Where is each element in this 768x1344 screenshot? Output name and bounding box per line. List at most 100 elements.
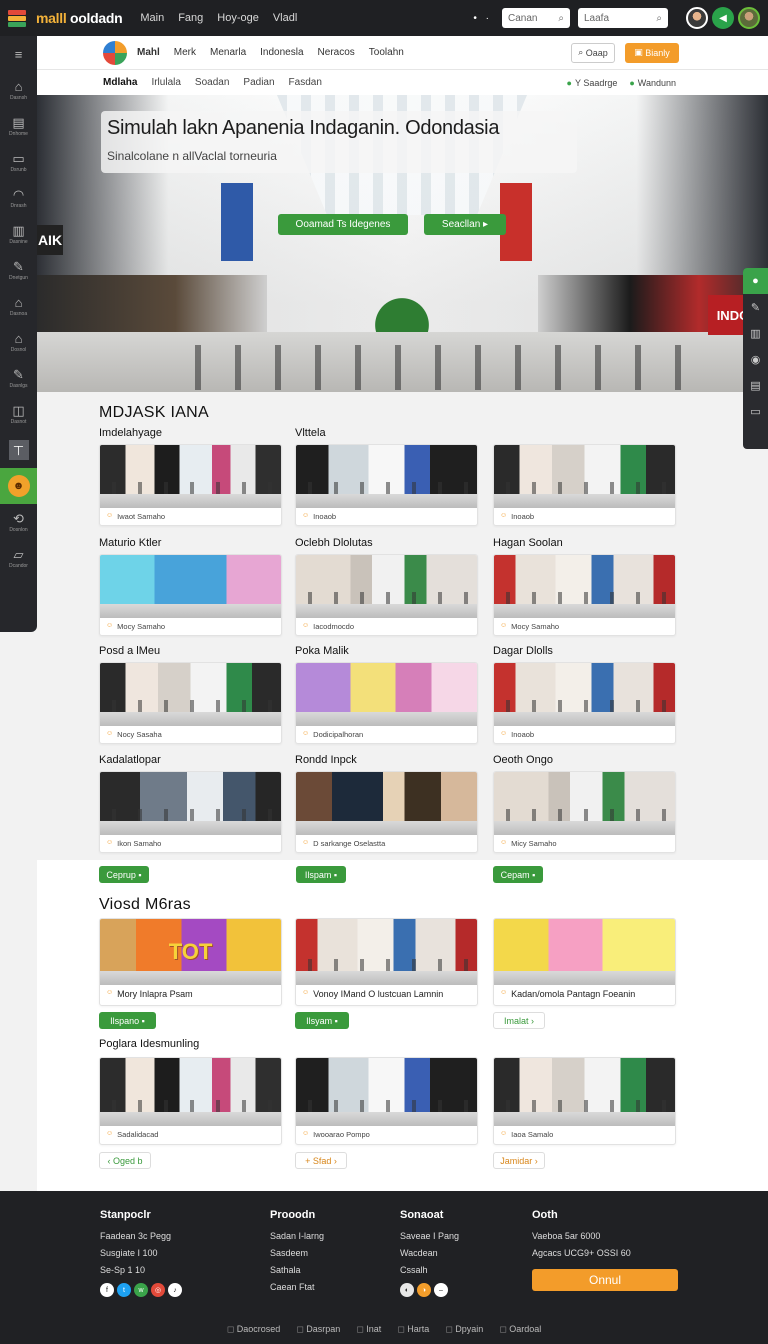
top-nav-item[interactable]: Fang bbox=[178, 12, 203, 24]
sub-nav-item[interactable]: Merk bbox=[174, 47, 196, 58]
video-card[interactable]: Kadan/omola Pantagn Foeanin bbox=[493, 918, 676, 1006]
listing-more-button[interactable]: Ilspam ▪ bbox=[296, 866, 346, 883]
status-link[interactable]: Wandunn bbox=[629, 78, 676, 88]
sidebar-item[interactable]: ▥ Dasnine bbox=[0, 216, 37, 252]
footer-link[interactable]: Wacdean bbox=[400, 1245, 459, 1262]
footer-link[interactable]: Sathala bbox=[270, 1262, 324, 1279]
tiktok-icon[interactable]: ♪ bbox=[168, 1283, 182, 1297]
brand-name[interactable]: malll ooldadn bbox=[36, 10, 123, 26]
listing-card[interactable]: Mocy Samaho bbox=[493, 554, 676, 636]
app-icon[interactable]: ◐ bbox=[400, 1283, 414, 1297]
facebook-icon[interactable]: f bbox=[100, 1283, 114, 1297]
twitter-icon[interactable]: t bbox=[117, 1283, 131, 1297]
video-card[interactable]: Vonoy IMand O lustcuan Lamnin bbox=[295, 918, 478, 1006]
sidebar-item[interactable]: ⟲ Dosnlon bbox=[0, 504, 37, 540]
sub-nav-item[interactable]: Indonesla bbox=[260, 47, 303, 58]
listing-card[interactable]: Iwaot Samaho bbox=[99, 444, 282, 526]
hero-secondary-button[interactable]: Seacllan ▸ bbox=[424, 214, 506, 235]
footer-link[interactable]: Sasdeem bbox=[270, 1245, 324, 1262]
listing-card[interactable]: Micy Samaho bbox=[493, 771, 676, 853]
sidebar-item[interactable]: ◠ Dnrash bbox=[0, 180, 37, 216]
video-more-button[interactable]: Ilspano ▪ bbox=[99, 1012, 156, 1029]
footer-bottom-link[interactable]: Daocrosed bbox=[227, 1324, 281, 1335]
video-more-button[interactable]: Ilsyam ▪ bbox=[295, 1012, 349, 1029]
listing-card[interactable]: Inoaob bbox=[493, 662, 676, 744]
video-more-button[interactable]: Imalat › bbox=[493, 1012, 545, 1029]
listing-card[interactable]: Inoaob bbox=[493, 444, 676, 526]
profile-avatar[interactable] bbox=[738, 7, 760, 29]
footer-link[interactable]: Cssalh bbox=[400, 1262, 459, 1279]
tab-item[interactable]: Irlulala bbox=[151, 77, 180, 88]
play-icon[interactable]: ◀ bbox=[712, 7, 734, 29]
sidebar-item[interactable]: ✎ Dnetgun bbox=[0, 252, 37, 288]
sidebar-item[interactable]: ◫ Dasnot bbox=[0, 396, 37, 432]
listing-card[interactable]: Iacodmocdo bbox=[295, 554, 478, 636]
tab-item[interactable]: Fasdan bbox=[289, 77, 322, 88]
popular-card[interactable]: Iaoa Samalo bbox=[493, 1057, 676, 1145]
sub-nav-item[interactable]: Neracos bbox=[318, 47, 355, 58]
listing-card[interactable]: Inoaob bbox=[295, 444, 478, 526]
site-logo-icon[interactable] bbox=[103, 40, 127, 65]
tab-item[interactable]: Soadan bbox=[195, 77, 229, 88]
sub-nav-item[interactable]: Menarla bbox=[210, 47, 246, 58]
sidebar-item[interactable]: ⌂ Dosnol bbox=[0, 324, 37, 360]
status-link[interactable]: Y Saadrge bbox=[567, 78, 617, 88]
footer-link[interactable]: Faadean 3c Pegg bbox=[100, 1228, 182, 1245]
footer-bottom-link[interactable]: Oardoal bbox=[499, 1324, 541, 1335]
footer-bottom-link[interactable]: Dasrpan bbox=[296, 1324, 340, 1335]
sidebar-item[interactable]: ✎ Dasnlgs bbox=[0, 360, 37, 396]
book-icon[interactable]: ▥ bbox=[743, 320, 768, 346]
top-nav-item[interactable]: Main bbox=[140, 12, 164, 24]
more-dots-icon[interactable]: • · bbox=[473, 13, 492, 24]
hero-primary-button[interactable]: Ooamad Ts Idegenes bbox=[278, 214, 408, 235]
sidebar-item[interactable]: ⌂ Dasnsh bbox=[0, 72, 37, 108]
footer-bottom-link[interactable]: Dpyain bbox=[445, 1324, 483, 1335]
footer-link[interactable]: Sadan I-larng bbox=[270, 1228, 324, 1245]
sub-nav-item[interactable]: Mahl bbox=[137, 47, 160, 58]
listing-card[interactable]: Dodicipalhoran bbox=[295, 662, 478, 744]
video-card[interactable]: TOT Mory Inlapra Psam bbox=[99, 918, 282, 1006]
sidebar-item[interactable]: ▭ Dsrunb bbox=[0, 144, 37, 180]
sub-action-button[interactable]: ▣ Bianly bbox=[625, 42, 679, 63]
brand-logo-icon[interactable] bbox=[6, 7, 28, 29]
instagram-icon[interactable]: ◎ bbox=[151, 1283, 165, 1297]
edit-icon[interactable]: ✎ bbox=[743, 294, 768, 320]
sidebar-item-active[interactable]: ☻ bbox=[0, 468, 37, 504]
listing-card[interactable]: Nocy Sasaha bbox=[99, 662, 282, 744]
top-nav-item[interactable]: Hoy-oge bbox=[217, 12, 259, 24]
screen-icon[interactable]: ▭ bbox=[743, 398, 768, 424]
footer-bottom-link[interactable]: Inat bbox=[356, 1324, 381, 1335]
footer-link[interactable]: Susgiate I 100 bbox=[100, 1245, 182, 1262]
top-nav-item[interactable]: Vladl bbox=[273, 12, 297, 24]
popular-card[interactable]: Iwooarao Pompo bbox=[295, 1057, 478, 1145]
footer-cta-button[interactable]: Onnul bbox=[532, 1269, 678, 1291]
app-icon[interactable]: – bbox=[434, 1283, 448, 1297]
popular-more-button[interactable]: ‹ Oged b bbox=[99, 1152, 151, 1169]
popular-more-button[interactable]: Jamidar › bbox=[493, 1152, 545, 1169]
sidebar-item[interactable]: ▤ Dnhome bbox=[0, 108, 37, 144]
top-search-input[interactable]: Canan ⌕ bbox=[502, 8, 570, 28]
sidebar-item[interactable]: ▱ Dcandor bbox=[0, 540, 37, 576]
listing-card[interactable]: Ikon Samaho bbox=[99, 771, 282, 853]
footer-link[interactable]: Saveae I Pang bbox=[400, 1228, 459, 1245]
sidebar-item[interactable]: ⌂ Dasnoa bbox=[0, 288, 37, 324]
footer-link[interactable]: Caean Ftat bbox=[270, 1279, 324, 1296]
sub-nav-item[interactable]: Toolahn bbox=[369, 47, 404, 58]
sidebar-item-menu[interactable]: ≡ bbox=[0, 36, 37, 72]
tab-item[interactable]: Padian bbox=[243, 77, 274, 88]
footer-link[interactable]: Se-Sp 1 10 bbox=[100, 1262, 182, 1279]
document-icon[interactable]: ▤ bbox=[743, 372, 768, 398]
app-icon[interactable]: ◑ bbox=[417, 1283, 431, 1297]
footer-bottom-link[interactable]: Harta bbox=[397, 1324, 429, 1335]
sidebar-item-tool[interactable]: ⊤ bbox=[0, 432, 37, 468]
tab-item[interactable]: Mdlaha bbox=[103, 77, 137, 88]
listing-more-button[interactable]: Ceprup ▪ bbox=[99, 866, 149, 883]
top-search-input-2[interactable]: Laafa ⌕ bbox=[578, 8, 668, 28]
location-icon[interactable]: ◉ bbox=[743, 346, 768, 372]
sub-search-button[interactable]: ⌕ Oaap bbox=[571, 42, 615, 63]
popular-card[interactable]: Sadalidacad bbox=[99, 1057, 282, 1145]
chat-icon[interactable]: ● bbox=[743, 268, 768, 294]
listing-card[interactable]: Mocy Samaho bbox=[99, 554, 282, 636]
whatsapp-icon[interactable]: w bbox=[134, 1283, 148, 1297]
user-avatar[interactable] bbox=[686, 7, 708, 29]
